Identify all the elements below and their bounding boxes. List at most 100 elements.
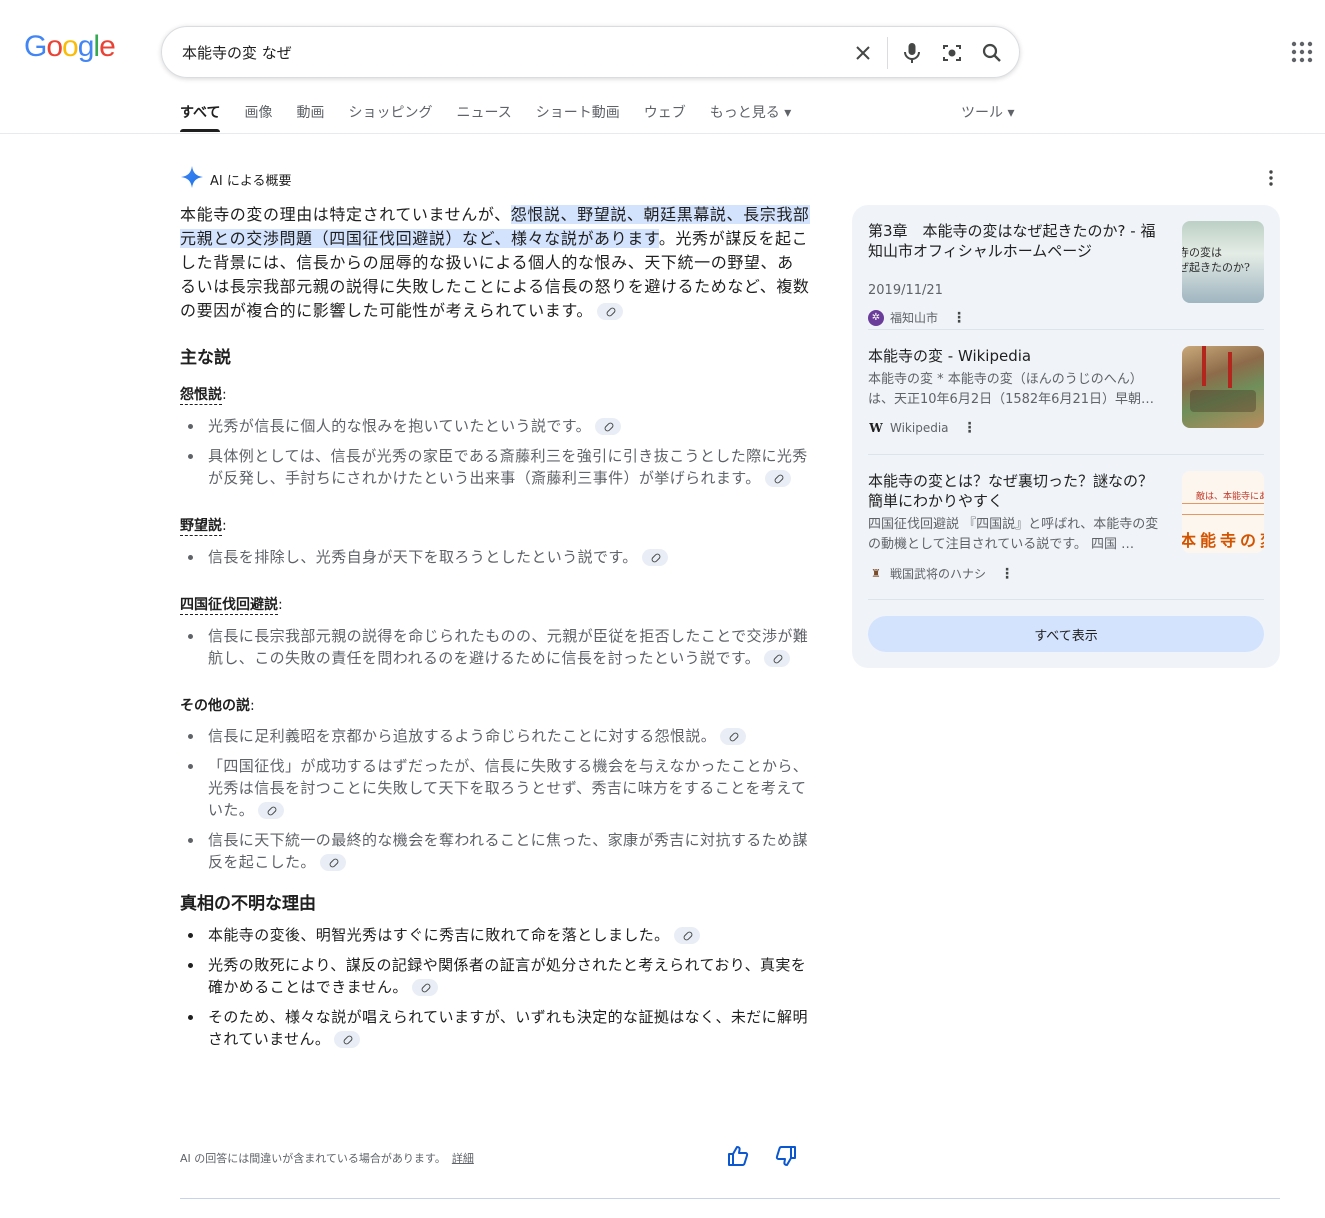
tab-shopping[interactable]: ショッピング	[348, 102, 432, 132]
wikipedia-favicon-icon: W	[869, 421, 883, 435]
source-snippet: 四国征伐回避説 『四国説』と呼ばれ、本能寺の変の動機として注目されている説です。…	[868, 517, 1159, 552]
list-item-text: 信長に長宗我部元親の説得を命じられたものの、元親が臣従を拒否したことで交渉が難航…	[208, 627, 809, 667]
citation-link-icon[interactable]	[720, 728, 747, 745]
thumbnail-figures	[1190, 390, 1256, 412]
ai-overview-title: AI による概要	[210, 173, 292, 189]
logo-letter: G	[24, 30, 47, 63]
theory-heading[interactable]: 四国征伐回避説	[180, 596, 278, 615]
logo-letter: o	[62, 30, 79, 63]
summary-text: 本能寺の変の理由は特定されていませんが、	[180, 205, 511, 224]
list-item: 本能寺の変後、明智光秀はすぐに秀吉に敗れて命を落としました。	[180, 924, 810, 946]
thumbnail-banner	[1228, 352, 1232, 388]
site-name: 戦国武将のハナシ	[890, 567, 987, 581]
source-date: 2019/11/21	[868, 283, 943, 298]
tab-images[interactable]: 画像	[244, 102, 272, 132]
tools-menu[interactable]: ツール ▾	[961, 102, 1014, 122]
list-item-text: 信長を排除し、光秀自身が天下を取ろうとしたという説です。	[208, 548, 638, 566]
citation-link-icon[interactable]	[764, 650, 791, 667]
section-heading: 真相の不明な理由	[180, 894, 316, 914]
camera-search-icon[interactable]	[938, 39, 966, 67]
list-item-text: そのため、様々な説が唱えられていますが、いずれも決定的な証拠はなく、未だに解明さ…	[208, 1008, 808, 1048]
logo-letter: g	[77, 30, 95, 63]
source-divider	[868, 599, 1264, 600]
theory-heading[interactable]: 野望説	[180, 517, 222, 536]
sparkle-icon	[180, 165, 204, 193]
list-item-text: 具体例としては、信長が光秀の家臣である斎藤利三を強引に引き抜こうとした際に光秀が…	[208, 447, 808, 487]
fukuchiyama-favicon-icon: ✲	[868, 309, 884, 326]
list-item: 「四国征伐」が成功するはずだったが、信長に失敗する機会を与えなかったことから、光…	[180, 755, 810, 821]
theory-heading[interactable]: 怨恨説	[180, 386, 222, 405]
list-item-text: 本能寺の変後、明智光秀はすぐに秀吉に敗れて命を落としました。	[208, 926, 670, 944]
source-thumbnail[interactable]: 敵は、本能寺にあり 本能寺の変	[1182, 471, 1264, 553]
list-item: 信長に足利義昭を京都から追放するよう命じられたことに対する怨恨説。	[180, 725, 810, 747]
citation-link-icon[interactable]	[595, 418, 622, 435]
source-card[interactable]: 本能寺の変 - Wikipedia 本能寺の変 * 本能寺の変（ほんのうじのへん…	[868, 346, 1264, 446]
more-options-icon[interactable]: ⋮	[1000, 566, 1014, 582]
list-item-text: 「四国征伐」が成功するはずだったが、信長に失敗する機会を与えなかったことから、光…	[208, 757, 809, 819]
more-options-icon[interactable]: ⋮	[963, 420, 977, 436]
thumbnail-banner	[1202, 346, 1206, 386]
microphone-icon[interactable]	[898, 39, 926, 67]
section-divider	[180, 1198, 1280, 1199]
source-title[interactable]: 本能寺の変とは？なぜ裏切った？謎なの？簡単にわかりやすく	[868, 471, 1158, 511]
tab-web[interactable]: ウェブ	[644, 102, 686, 132]
citation-link-icon[interactable]	[673, 927, 700, 944]
apps-grid-icon[interactable]	[1290, 40, 1314, 64]
citation-link-icon[interactable]	[641, 549, 668, 566]
search-divider	[887, 37, 888, 69]
source-title[interactable]: 本能寺の変 - Wikipedia	[868, 346, 1168, 366]
source-card[interactable]: 本能寺の変とは？なぜ裏切った？謎なの？簡単にわかりやすく 四国征伐回避説 『四国…	[868, 471, 1264, 582]
citation-link-icon[interactable]	[319, 854, 346, 871]
source-site: ♜ 戦国武将のハナシ ⋮	[868, 565, 1014, 582]
theory-heading[interactable]: その他の説	[180, 697, 250, 715]
ai-disclaimer: AI の回答には間違いが含まれている場合があります。 詳細	[180, 1150, 474, 1166]
search-icon[interactable]	[978, 39, 1006, 67]
google-logo[interactable]: Google	[24, 30, 116, 64]
tab-news[interactable]: ニュース	[456, 102, 511, 132]
thumbs-up-icon[interactable]	[727, 1145, 751, 1169]
show-all-button[interactable]: すべて表示	[868, 616, 1264, 652]
source-thumbnail[interactable]: 寺の変は ぜ起きたのか?	[1182, 221, 1264, 303]
source-title[interactable]: 第3章 本能寺の変はなぜ起きたのか? - 福知山市オフィシャルホームページ	[868, 221, 1168, 261]
search-tabs: すべて 画像 動画 ショッピング ニュース ショート動画 ウェブ もっと見る ▾	[180, 102, 815, 132]
citation-link-icon[interactable]	[258, 802, 285, 819]
citation-link-icon[interactable]	[596, 303, 623, 320]
source-divider	[868, 454, 1264, 455]
search-box[interactable]: 本能寺の変 なぜ	[161, 26, 1020, 78]
tab-all[interactable]: すべて	[180, 102, 221, 132]
site-name: Wikipedia	[890, 421, 949, 435]
sources-panel: 第3章 本能寺の変はなぜ起きたのか? - 福知山市オフィシャルホームページ 20…	[852, 205, 1280, 668]
list-item: 信長を排除し、光秀自身が天下を取ろうとしたという説です。	[180, 546, 810, 568]
more-options-icon[interactable]	[1262, 168, 1280, 188]
tab-more[interactable]: もっと見る ▾	[710, 102, 791, 132]
list-item-text: 信長に天下統一の最終的な機会を奪われることに焦った、家康が秀吉に対抗するため謀反…	[208, 831, 808, 871]
logo-letter: e	[99, 30, 116, 63]
thumbs-down-icon[interactable]	[775, 1145, 799, 1169]
source-thumbnail[interactable]	[1182, 346, 1264, 428]
ai-overview-body: 本能寺の変の理由は特定されていませんが、怨恨説、野望説、朝廷黒幕説、長宗我部元親…	[180, 205, 810, 1048]
citation-link-icon[interactable]	[764, 470, 791, 487]
citation-link-icon[interactable]	[411, 979, 438, 996]
source-divider	[868, 329, 1264, 330]
ai-overview-header: AI による概要	[180, 165, 291, 193]
thumbnail-text: 寺の変は ぜ起きたのか?	[1182, 246, 1250, 274]
list-item: 信長に天下統一の最終的な機会を奪われることに焦った、家康が秀吉に対抗するため謀反…	[180, 829, 810, 873]
site-name: 福知山市	[890, 311, 939, 325]
list-item: 具体例としては、信長が光秀の家臣である斎藤利三を強引に引き抜こうとした際に光秀が…	[180, 445, 810, 489]
section-heading: 主な説	[180, 348, 231, 368]
citation-link-icon[interactable]	[334, 1031, 361, 1048]
source-card[interactable]: 第3章 本能寺の変はなぜ起きたのか? - 福知山市オフィシャルホームページ 20…	[868, 221, 1264, 326]
source-site: W Wikipedia ⋮	[868, 420, 977, 436]
thumbnail-caption: 敵は、本能寺にあり	[1196, 492, 1264, 502]
clear-icon[interactable]	[849, 39, 877, 67]
list-item: 光秀の敗死により、謀反の記録や関係者の証言が処分されたと考えられており、真実を確…	[180, 954, 810, 998]
more-options-icon[interactable]: ⋮	[952, 310, 966, 326]
source-snippet: 本能寺の変 * 本能寺の変（ほんのうじのへん）は、天正10年6月2日（1582年…	[868, 372, 1154, 407]
thumbnail-decoration	[1182, 503, 1264, 515]
details-link[interactable]: 詳細	[452, 1152, 474, 1165]
list-item-text: 光秀が信長に個人的な恨みを抱いていたという説です。	[208, 417, 592, 435]
header-divider	[0, 133, 1325, 134]
search-input[interactable]: 本能寺の変 なぜ	[182, 42, 292, 63]
tab-videos[interactable]: 動画	[296, 102, 324, 132]
tab-short-videos[interactable]: ショート動画	[536, 102, 620, 132]
